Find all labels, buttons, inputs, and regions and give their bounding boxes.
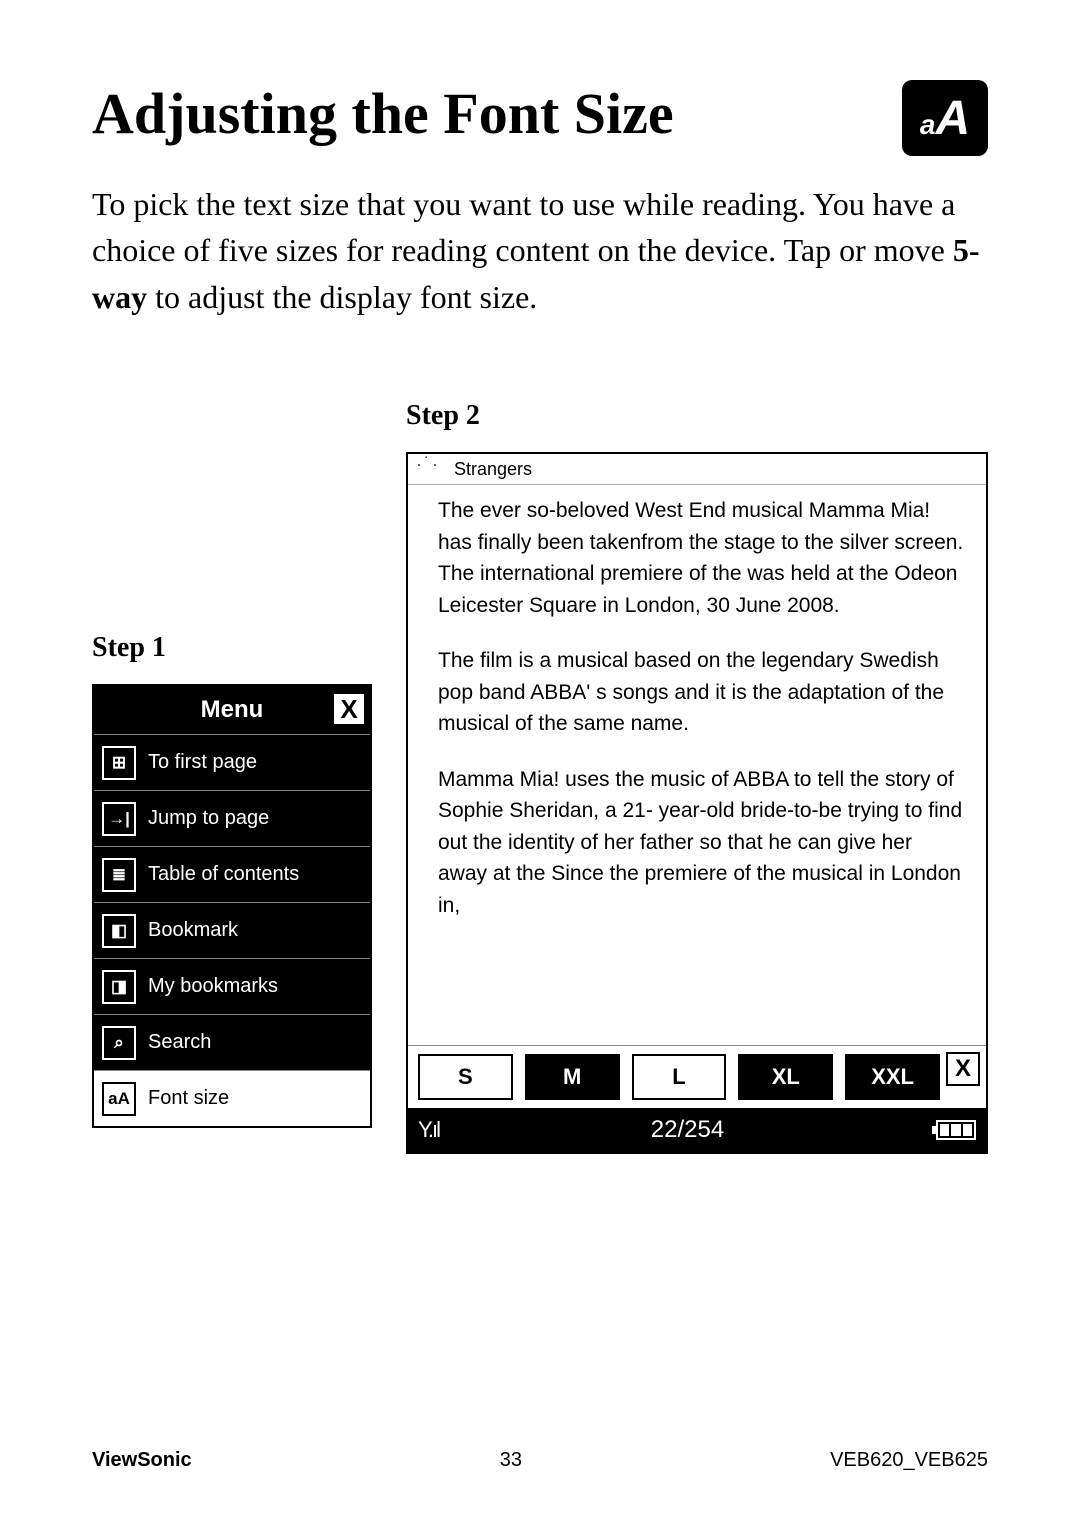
reader-paragraph-1: The ever so-beloved West End musical Mam…	[438, 495, 964, 621]
reader-paragraph-2: The film is a musical based on the legen…	[438, 645, 964, 740]
reader-titlebar: Strangers	[408, 454, 986, 485]
footer-brand: ViewSonic	[92, 1449, 192, 1472]
menu-item-label: Table of contents	[148, 863, 299, 886]
footer-page-number: 33	[500, 1449, 522, 1472]
menu-item-toc[interactable]: ≣ Table of contents	[94, 846, 370, 902]
size-bar-close-button[interactable]: X	[946, 1052, 980, 1086]
size-s-button[interactable]: S	[418, 1054, 513, 1100]
step1-label: Step 1	[92, 632, 372, 664]
menu-panel: Menu X ⊞ To first page →| Jump to page ≣…	[92, 684, 372, 1128]
my-bookmarks-icon: ◨	[102, 970, 136, 1004]
size-xxl-button[interactable]: XXL	[845, 1054, 940, 1100]
menu-item-font-size[interactable]: aA Font size	[94, 1070, 370, 1126]
menu-item-search[interactable]: ⌕ Search	[94, 1014, 370, 1070]
reader-body: The ever so-beloved West End musical Mam…	[408, 485, 986, 1045]
footer-doc-id: VEB620_VEB625	[830, 1449, 988, 1472]
intro-paragraph: To pick the text size that you want to u…	[92, 181, 988, 320]
battery-icon	[936, 1120, 976, 1140]
page-title: Adjusting the Font Size	[92, 80, 988, 147]
intro-text-before: To pick the text size that you want to u…	[92, 186, 955, 268]
menu-item-bookmark[interactable]: ◧ Bookmark	[94, 902, 370, 958]
font-size-icon: aA	[102, 1082, 136, 1116]
page-indicator: 22/254	[651, 1116, 724, 1144]
menu-item-jump-to-page[interactable]: →| Jump to page	[94, 790, 370, 846]
font-size-badge-icon: aA	[902, 80, 988, 156]
size-xl-button[interactable]: XL	[738, 1054, 833, 1100]
signal-icon: Y.ıl	[418, 1117, 439, 1143]
menu-item-label: Bookmark	[148, 919, 238, 942]
menu-item-first-page[interactable]: ⊞ To first page	[94, 734, 370, 790]
bookmark-icon: ◧	[102, 914, 136, 948]
menu-close-button[interactable]: X	[332, 692, 366, 726]
font-size-bar: S M L XL XXL X	[408, 1045, 986, 1108]
menu-header: Menu X	[94, 686, 370, 734]
reader-statusbar: Y.ıl 22/254	[408, 1108, 986, 1152]
intro-text-after: to adjust the display font size.	[155, 279, 537, 315]
menu-item-label: My bookmarks	[148, 975, 278, 998]
reader-doc-title: Strangers	[454, 459, 532, 480]
menu-title: Menu	[201, 696, 264, 724]
size-l-button[interactable]: L	[632, 1054, 727, 1100]
jump-to-page-icon: →|	[102, 802, 136, 836]
loading-icon	[416, 458, 446, 480]
page-footer: ViewSonic 33 VEB620_VEB625	[92, 1449, 988, 1472]
reader-panel: Strangers The ever so-beloved West End m…	[406, 452, 988, 1154]
menu-item-label: To first page	[148, 751, 257, 774]
menu-item-label: Jump to page	[148, 807, 269, 830]
first-page-icon: ⊞	[102, 746, 136, 780]
menu-item-label: Font size	[148, 1087, 229, 1110]
menu-item-label: Search	[148, 1031, 211, 1054]
reader-paragraph-3: Mamma Mia! uses the music of ABBA to tel…	[438, 764, 964, 922]
toc-icon: ≣	[102, 858, 136, 892]
size-m-button[interactable]: M	[525, 1054, 620, 1100]
search-icon: ⌕	[102, 1026, 136, 1060]
step2-label: Step 2	[406, 400, 988, 432]
menu-item-my-bookmarks[interactable]: ◨ My bookmarks	[94, 958, 370, 1014]
